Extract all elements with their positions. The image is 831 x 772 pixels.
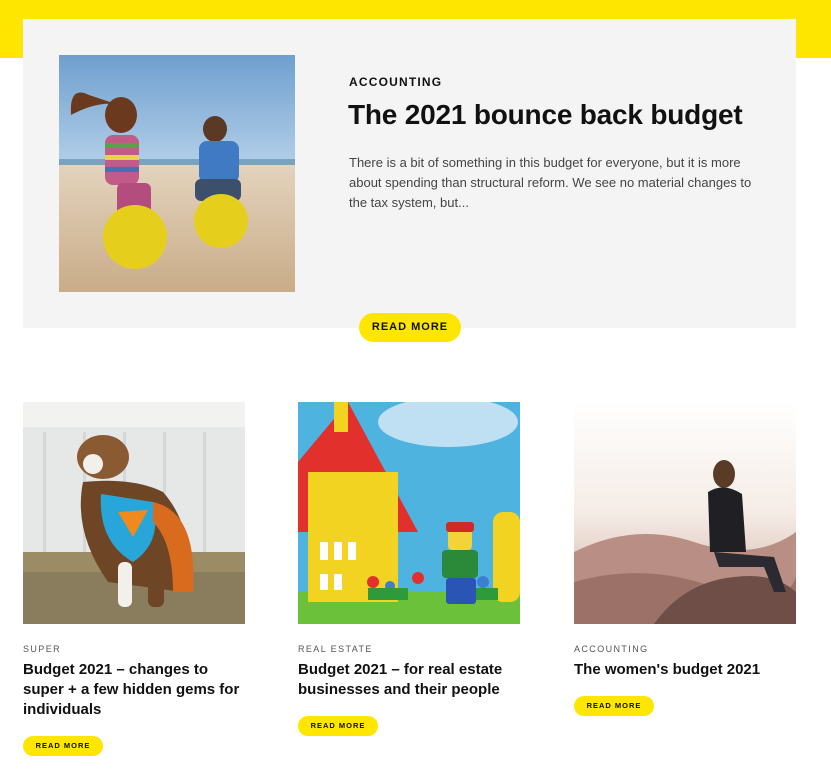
featured-post-title[interactable]: The 2021 bounce back budget bbox=[348, 99, 778, 131]
post-card-read-more-button[interactable]: READ MORE bbox=[23, 736, 103, 756]
post-card-image[interactable] bbox=[574, 402, 796, 624]
post-card-title[interactable]: The women's budget 2021 bbox=[574, 660, 796, 680]
post-card-image[interactable] bbox=[298, 402, 520, 624]
post-card-category: REAL ESTATE bbox=[298, 644, 373, 654]
featured-post-excerpt: There is a bit of something in this budg… bbox=[349, 155, 752, 210]
featured-post-panel: ACCOUNTING The 2021 bounce back budget T… bbox=[23, 19, 796, 328]
post-card-category: SUPER bbox=[23, 644, 62, 654]
featured-post-category: ACCOUNTING bbox=[349, 75, 443, 89]
post-card-category: ACCOUNTING bbox=[574, 644, 649, 654]
post-card-image[interactable] bbox=[23, 402, 245, 624]
post-card-title[interactable]: Budget 2021 – for real estate businesses… bbox=[298, 660, 520, 700]
post-card-read-more-button[interactable]: READ MORE bbox=[298, 716, 378, 736]
featured-read-more-button[interactable]: READ MORE bbox=[359, 313, 461, 342]
post-card-read-more-button[interactable]: READ MORE bbox=[574, 696, 654, 716]
featured-post-image[interactable] bbox=[59, 55, 295, 292]
post-card-title[interactable]: Budget 2021 – changes to super + a few h… bbox=[23, 660, 245, 720]
